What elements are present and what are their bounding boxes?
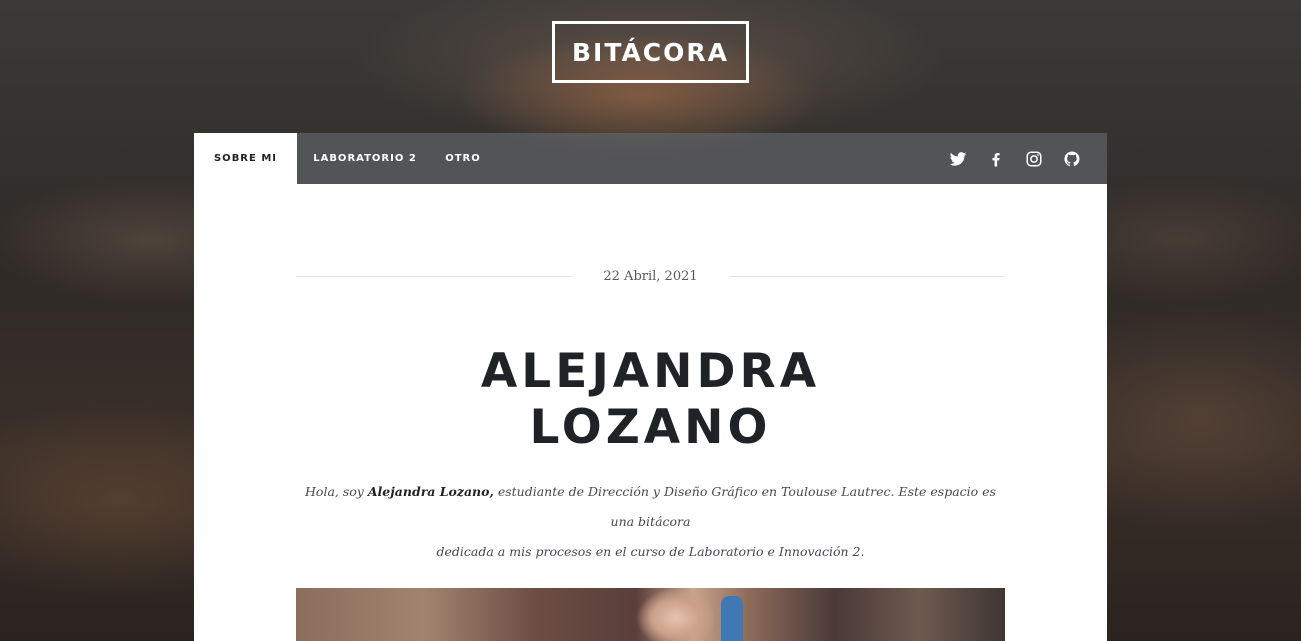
nav-item-otro[interactable]: OTRO <box>433 133 493 184</box>
github-icon[interactable] <box>1063 150 1081 168</box>
nav-item-label: SOBRE MI <box>213 153 277 164</box>
intro-prefix: Hola, soy <box>305 484 368 499</box>
brand-title: BITÁCORA <box>571 37 729 67</box>
post-intro: Hola, soy Alejandra Lozano, estudiante d… <box>296 477 1005 567</box>
post-content: 22 Abril, 2021 ALEJANDRA LOZANO Hola, so… <box>194 184 1107 641</box>
image-detail <box>721 596 743 641</box>
post-title: ALEJANDRA LOZANO <box>194 344 1107 456</box>
post-card: SOBRE MI LABORATORIO 2 OTRO 22 Abril, 20… <box>194 133 1107 641</box>
intro-line1-rest: estudiante de Dirección y Diseño Gráfico… <box>493 484 996 529</box>
nav-item-label: LABORATORIO 2 <box>313 153 417 164</box>
facebook-icon[interactable] <box>987 150 1005 168</box>
main-nav: SOBRE MI LABORATORIO 2 OTRO <box>194 133 1107 184</box>
title-line-1: ALEJANDRA <box>480 344 821 399</box>
image-detail <box>636 588 716 641</box>
nav-item-laboratorio-2[interactable]: LABORATORIO 2 <box>297 133 433 184</box>
nav-item-label: OTRO <box>445 153 481 164</box>
site-brand[interactable]: BITÁCORA <box>552 21 749 83</box>
title-line-2: LOZANO <box>529 400 772 455</box>
intro-name: Alejandra Lozano, <box>367 484 494 499</box>
social-links <box>949 133 1081 184</box>
date-row: 22 Abril, 2021 <box>296 266 1006 286</box>
divider <box>296 275 572 277</box>
intro-line2: dedicada a mis procesos en el curso de L… <box>436 544 865 559</box>
post-image <box>296 588 1005 641</box>
divider <box>729 275 1006 277</box>
nav-item-sobre-mi[interactable]: SOBRE MI <box>194 133 297 184</box>
instagram-icon[interactable] <box>1025 150 1043 168</box>
post-date: 22 Abril, 2021 <box>603 268 698 284</box>
twitter-icon[interactable] <box>949 150 967 168</box>
